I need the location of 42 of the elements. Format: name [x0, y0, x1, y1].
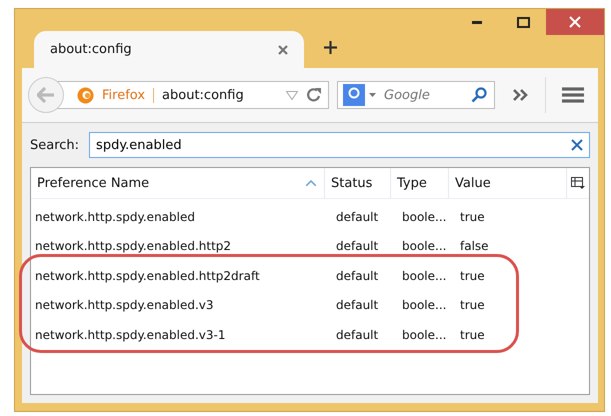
table-cell-text: network.http.spdy.enabled.http2 [34, 239, 232, 254]
table-cell-text: boole... [401, 328, 448, 342]
table-cell-text: boole... [401, 298, 448, 312]
table-cell-text: true [459, 268, 486, 283]
maximize-icon [516, 16, 530, 28]
table-cell-text: default [335, 328, 380, 342]
table-cell-text: network.http.spdy.enabled.v3-1 [34, 328, 226, 342]
table-cell-text: boole... [401, 239, 448, 254]
table-cell-text: false [459, 239, 490, 254]
minimize-icon [472, 20, 482, 24]
search-icon[interactable] [471, 87, 487, 103]
column-header[interactable]: Status [325, 168, 391, 198]
clear-icon[interactable] [571, 139, 583, 151]
table-cell-text: default [335, 239, 380, 254]
table-cell-text: true [459, 210, 486, 224]
search-field[interactable]: spdy.enabled [89, 132, 590, 158]
table-cell-text: boole... [401, 268, 448, 283]
search-label: Search: [30, 138, 80, 152]
menu-icon[interactable] [562, 87, 584, 103]
close-icon [569, 16, 581, 28]
column-header[interactable]: Value [449, 168, 567, 198]
table-cell-text: boole... [401, 210, 448, 224]
back-arrow-icon [37, 87, 55, 103]
table-cell-text: network.http.spdy.enabled [34, 210, 196, 224]
column-header[interactable]: Type [391, 168, 449, 198]
column-picker-icon [571, 176, 585, 190]
url-text: about:config [162, 88, 245, 102]
reload-icon[interactable] [306, 87, 322, 103]
new-tab-icon[interactable] [324, 41, 337, 54]
table-cell-text: default [335, 210, 380, 224]
search-engine-icon[interactable] [343, 84, 377, 106]
table-cell-text: network.http.spdy.enabled.http2draft [34, 268, 261, 283]
close-icon[interactable] [278, 44, 288, 54]
overflow-icon[interactable] [513, 89, 529, 101]
table-cell-text: network.http.spdy.enabled.v3 [34, 298, 215, 312]
table-cell-text: true [459, 298, 486, 312]
table-cell-text: default [335, 268, 380, 283]
table-cell-text: true [459, 328, 486, 342]
browser-tab[interactable]: about:config [34, 31, 304, 68]
table-cell-text: default [335, 298, 380, 312]
close-button[interactable] [546, 9, 604, 35]
column-header[interactable]: Preference Name [31, 168, 325, 198]
